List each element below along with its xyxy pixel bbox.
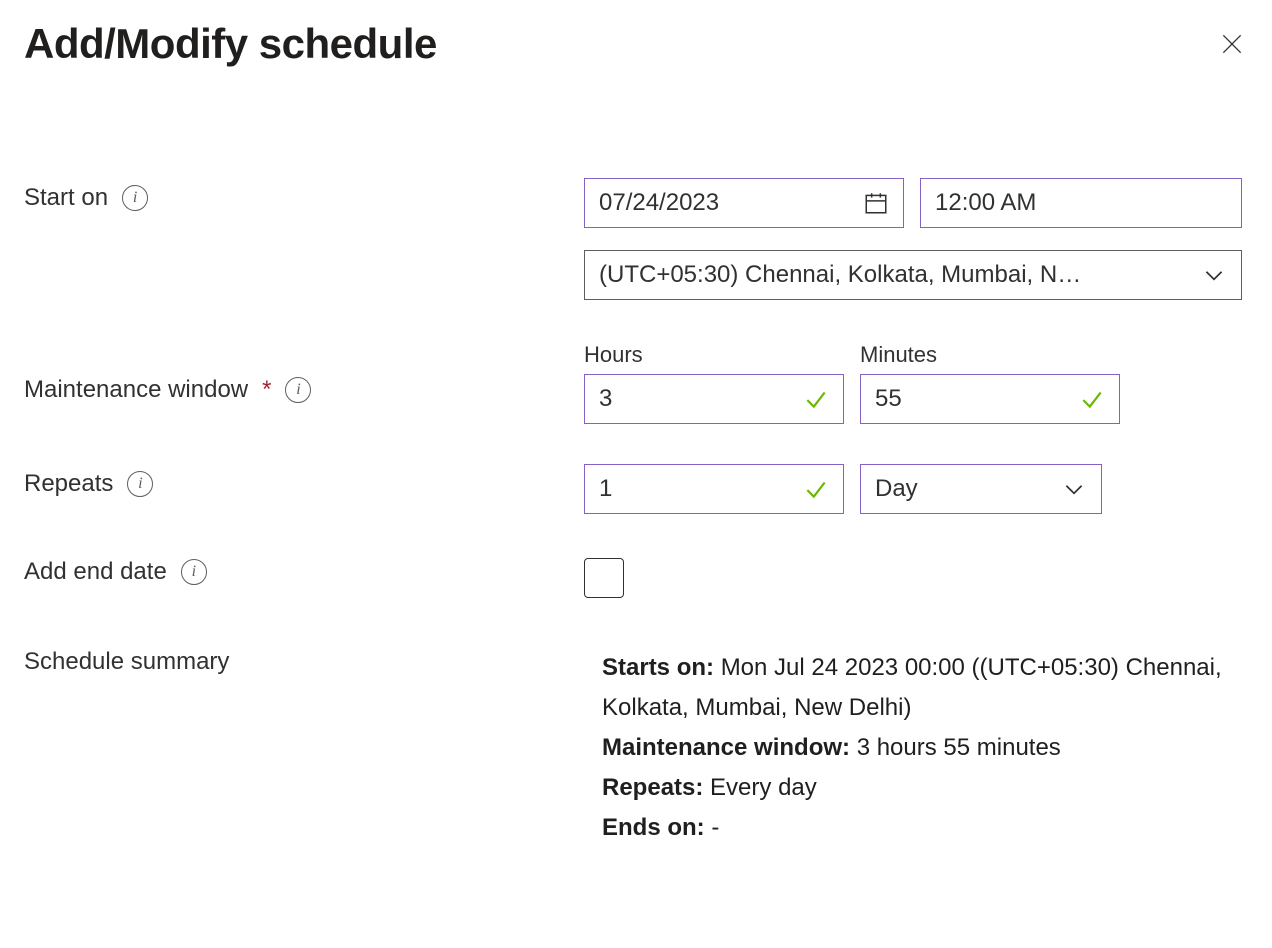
page-title: Add/Modify schedule: [24, 20, 437, 68]
start-on-label: Start on: [24, 184, 108, 212]
start-time-input[interactable]: 12:00 AM: [920, 178, 1242, 228]
start-date-input[interactable]: 07/24/2023: [584, 178, 904, 228]
summary-maintenance-label: Maintenance window:: [602, 734, 850, 761]
add-end-date-checkbox[interactable]: [584, 558, 624, 598]
summary-maintenance-value: 3 hours 55 minutes: [857, 734, 1061, 761]
check-icon: [803, 476, 829, 502]
repeat-unit-value: Day: [875, 475, 1061, 503]
start-date-value: 07/24/2023: [599, 189, 863, 217]
chevron-down-icon: [1061, 476, 1087, 502]
hours-input[interactable]: 3: [584, 374, 844, 424]
check-icon: [1079, 386, 1105, 412]
summary-ends-on-label: Ends on:: [602, 814, 705, 841]
timezone-value: (UTC+05:30) Chennai, Kolkata, Mumbai, N…: [599, 261, 1191, 289]
hours-sublabel: Hours: [584, 342, 844, 368]
summary-starts-on-label: Starts on:: [602, 654, 714, 681]
info-icon[interactable]: i: [285, 377, 311, 403]
start-time-value: 12:00 AM: [935, 189, 1227, 217]
info-icon[interactable]: i: [181, 559, 207, 585]
summary-ends-on-value: -: [711, 814, 719, 841]
timezone-select[interactable]: (UTC+05:30) Chennai, Kolkata, Mumbai, N…: [584, 250, 1242, 300]
close-icon: [1219, 31, 1245, 57]
schedule-summary-label: Schedule summary: [24, 648, 229, 676]
add-end-date-label: Add end date: [24, 558, 167, 586]
repeat-count-input[interactable]: 1: [584, 464, 844, 514]
check-icon: [803, 386, 829, 412]
required-marker: *: [262, 376, 271, 404]
minutes-sublabel: Minutes: [860, 342, 1120, 368]
minutes-value: 55: [875, 385, 1079, 413]
calendar-icon: [863, 190, 889, 216]
hours-value: 3: [599, 385, 803, 413]
summary-repeats-value: Every day: [710, 774, 817, 801]
repeats-label: Repeats: [24, 470, 113, 498]
info-icon[interactable]: i: [127, 471, 153, 497]
schedule-summary-text: Starts on: Mon Jul 24 2023 00:00 ((UTC+0…: [584, 648, 1248, 848]
close-button[interactable]: [1216, 28, 1248, 60]
maintenance-window-label: Maintenance window: [24, 376, 248, 404]
chevron-down-icon: [1201, 262, 1227, 288]
summary-repeats-label: Repeats:: [602, 774, 703, 801]
info-icon[interactable]: i: [122, 185, 148, 211]
repeat-unit-select[interactable]: Day: [860, 464, 1102, 514]
minutes-input[interactable]: 55: [860, 374, 1120, 424]
repeat-count-value: 1: [599, 475, 803, 503]
